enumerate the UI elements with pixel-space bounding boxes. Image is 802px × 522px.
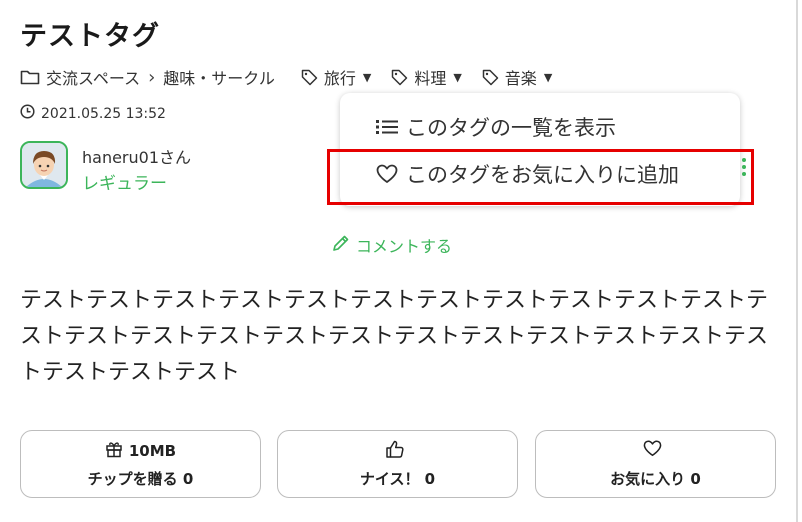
breadcrumb-separator: › xyxy=(148,66,156,88)
thumbs-up-icon xyxy=(385,439,411,463)
tag-label: 音楽 xyxy=(504,69,537,88)
menu-item-label: このタグをお気に入りに追加 xyxy=(406,163,679,187)
comment-label: コメントする xyxy=(356,237,453,256)
page-title: テストタグ xyxy=(20,21,160,52)
favorite-label: お気に入り 0 xyxy=(610,469,701,488)
folder-icon xyxy=(20,69,40,85)
user-rank: レギュラー xyxy=(82,174,167,194)
tip-label: チップを贈る 0 xyxy=(87,469,194,488)
tag-label: 旅行 xyxy=(323,69,356,88)
comment-link[interactable]: コメントする xyxy=(332,233,452,257)
clock-icon xyxy=(20,104,41,123)
breadcrumb-item-community[interactable]: 交流スペース xyxy=(46,65,140,89)
heart-icon xyxy=(643,440,668,461)
nice-button[interactable]: ナイス！ 0 xyxy=(277,430,518,498)
avatar[interactable] xyxy=(20,141,68,189)
heart-icon xyxy=(376,164,406,184)
menu-item-show-tag-list[interactable]: このタグの一覧を表示 xyxy=(376,112,616,142)
tag-dropdown-travel[interactable]: 旅行 ▼ xyxy=(301,65,371,89)
username[interactable]: haneru01さん xyxy=(82,144,191,168)
tag-label: 料理 xyxy=(414,69,447,88)
kebab-menu-icon[interactable] xyxy=(742,158,746,179)
post-date-text: 2021.05.25 13:52 xyxy=(41,105,166,122)
menu-item-label: このタグの一覧を表示 xyxy=(406,116,616,140)
tag-icon xyxy=(482,69,499,86)
tag-dropdown-music[interactable]: 音楽 ▼ xyxy=(482,65,552,89)
tag-icon xyxy=(301,69,318,86)
breadcrumb: 交流スペース › 趣味・サークル 旅行 ▼ 料理 ▼ 音楽 ▼ xyxy=(20,65,552,89)
post-body: テストテストテストテストテストテストテストテストテストテストテストテストテストテ… xyxy=(20,288,769,385)
tip-button[interactable]: 10MB チップを贈る 0 xyxy=(20,430,261,498)
scrollbar-edge xyxy=(796,0,798,522)
list-icon xyxy=(376,119,406,135)
tag-dropdown-menu: このタグの一覧を表示 このタグをお気に入りに追加 xyxy=(340,93,740,206)
nice-label: ナイス！ 0 xyxy=(359,469,436,488)
tag-dropdown-cooking[interactable]: 料理 ▼ xyxy=(391,65,462,89)
tip-amount: 10MB xyxy=(128,441,177,460)
caret-down-icon: ▼ xyxy=(362,70,372,84)
pencil-icon xyxy=(332,234,356,256)
menu-item-add-tag-favorite[interactable]: このタグをお気に入りに追加 xyxy=(376,159,679,189)
caret-down-icon: ▼ xyxy=(543,70,553,84)
post-date: 2021.05.25 13:52 xyxy=(20,104,166,123)
tag-icon xyxy=(391,69,408,86)
breadcrumb-item-hobby[interactable]: 趣味・サークル xyxy=(163,65,275,89)
favorite-button[interactable]: お気に入り 0 xyxy=(535,430,776,498)
caret-down-icon: ▼ xyxy=(453,70,462,84)
gift-icon xyxy=(105,440,129,462)
